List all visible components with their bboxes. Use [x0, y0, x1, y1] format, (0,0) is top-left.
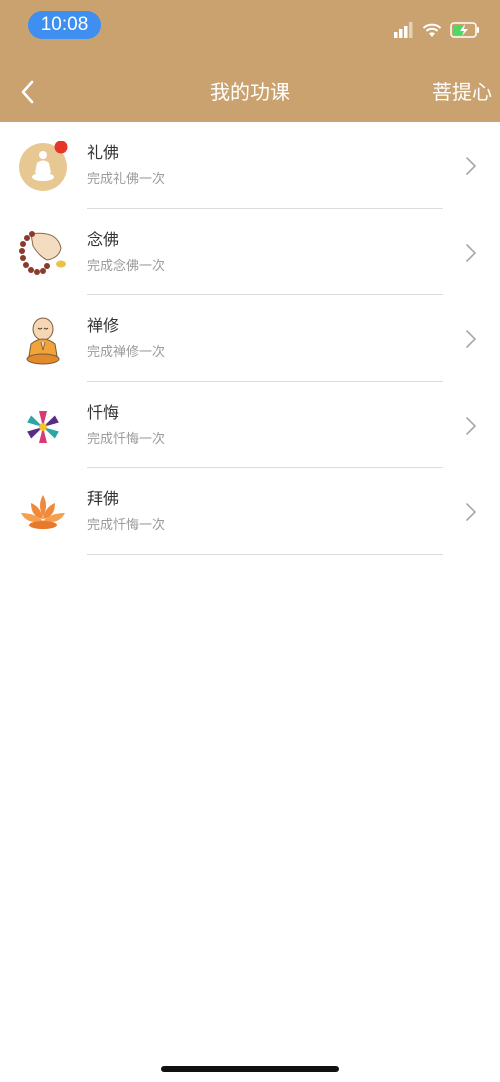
chevron-left-icon [21, 80, 34, 104]
list-item-chanhui[interactable]: 忏悔 完成忏悔一次 [0, 382, 500, 468]
item-subtitle: 完成念佛一次 [87, 258, 166, 274]
item-subtitle: 完成礼佛一次 [87, 172, 166, 187]
lotus-flower-icon [27, 410, 59, 443]
list-item-nianfo[interactable]: 念佛 完成念佛一次 [0, 209, 500, 295]
status-icons [394, 18, 480, 42]
chevron-right-icon [466, 243, 477, 262]
item-subtitle: 完成禅修一次 [87, 345, 166, 360]
status-bar: 10:08 [0, 0, 500, 50]
divider [87, 553, 443, 555]
bodhi-mind-button[interactable]: 菩提心 [432, 74, 492, 110]
practice-list: 礼佛 完成礼佛一次 念佛 完成念佛一次 禅修 完成禅修一次 忏悔 完成忏悔一次 … [0, 122, 500, 555]
battery-charging-icon [450, 22, 479, 38]
buddha-statue-icon [19, 141, 68, 191]
back-button[interactable] [14, 74, 46, 110]
prayer-beads-icon [19, 230, 66, 275]
page-title: 我的功课 [210, 80, 290, 104]
item-title: 拜佛 [87, 489, 120, 508]
orange-lotus-icon [21, 495, 65, 529]
chevron-right-icon [466, 503, 477, 521]
header: 10:08 我的功课 菩提心 [0, 0, 500, 122]
chevron-right-icon [466, 416, 477, 435]
list-item-chanxiu[interactable]: 禅修 完成禅修一次 [0, 295, 500, 382]
meditating-monk-icon [26, 317, 60, 365]
item-subtitle: 完成忏悔一次 [87, 431, 166, 447]
item-title: 念佛 [87, 229, 120, 249]
list-item-libai[interactable]: 礼佛 完成礼佛一次 [0, 122, 500, 209]
item-title: 礼佛 [87, 143, 120, 162]
status-time: 10:08 [28, 11, 101, 39]
cellular-signal-icon [394, 22, 413, 38]
chevron-right-icon [466, 330, 477, 348]
wifi-icon [422, 23, 442, 37]
nav-bar: 我的功课 菩提心 [0, 60, 500, 122]
item-subtitle: 完成忏悔一次 [87, 518, 166, 533]
item-title: 禅修 [87, 316, 120, 335]
list-item-baifo[interactable]: 拜佛 完成忏悔一次 [0, 468, 500, 555]
item-title: 忏悔 [87, 402, 120, 422]
home-indicator[interactable] [161, 1066, 339, 1072]
chevron-right-icon [466, 157, 477, 175]
